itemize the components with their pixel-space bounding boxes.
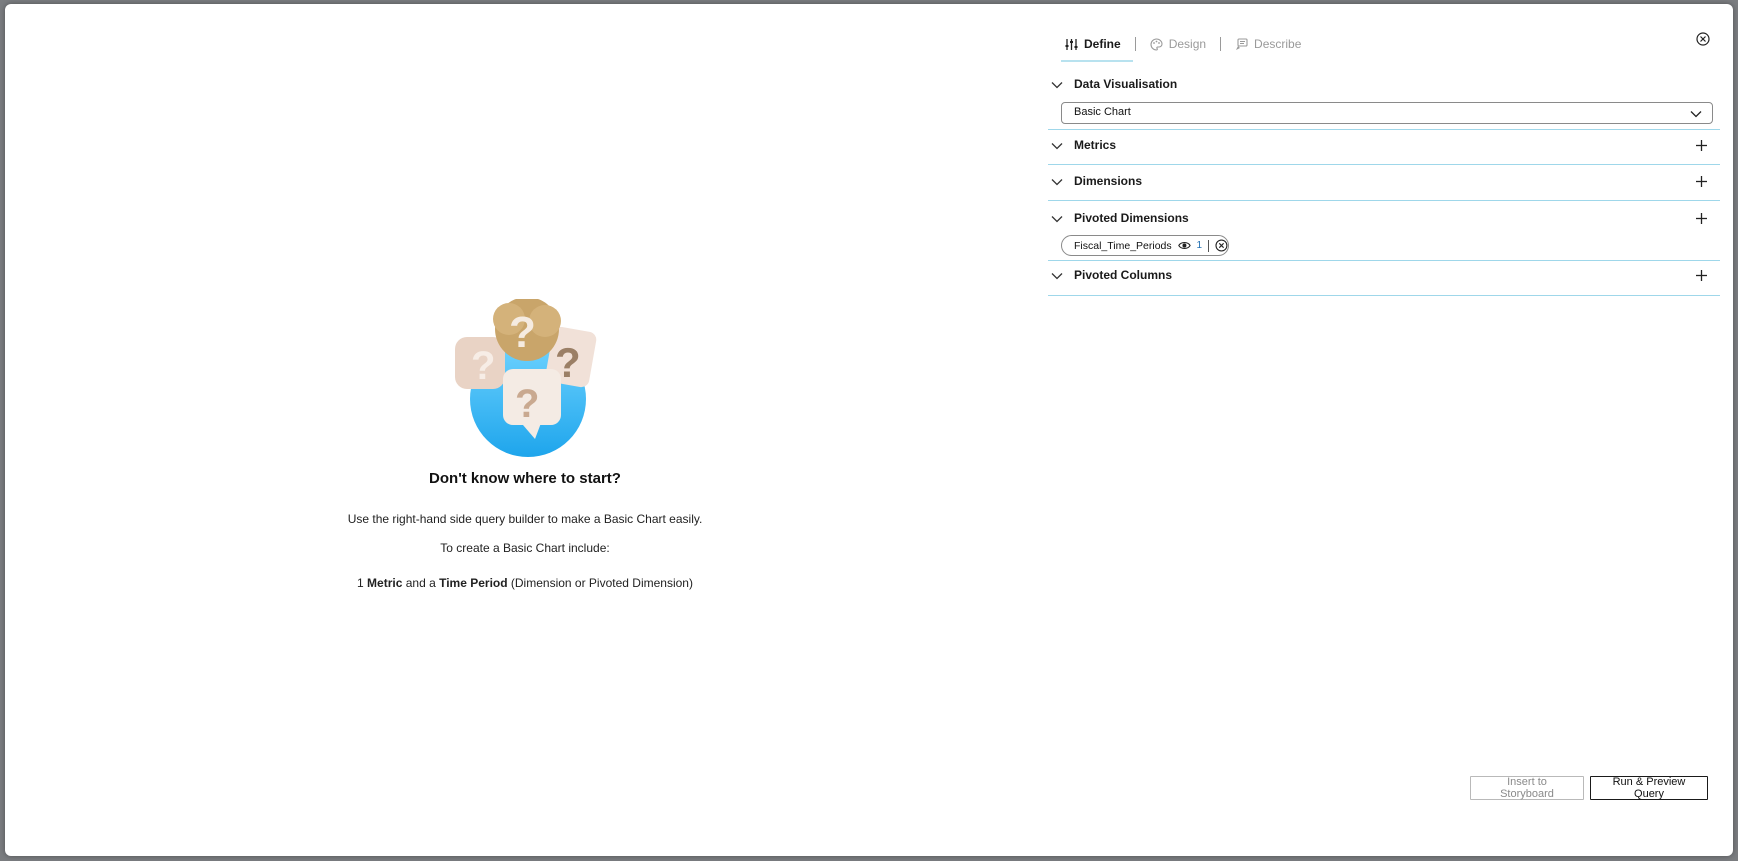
tab-design-label: Design: [1168, 37, 1207, 51]
add-pivoted-dimension-icon[interactable]: [1695, 212, 1708, 225]
sliders-icon: [1065, 38, 1078, 50]
run-preview-query-button[interactable]: Run & Preview Query: [1590, 776, 1708, 800]
section-title: Pivoted Columns: [1074, 268, 1173, 282]
chip-count: 1: [1196, 240, 1203, 251]
svg-text:?: ?: [509, 308, 536, 357]
section-header: Metrics: [1048, 136, 1720, 156]
describe-icon: [1236, 37, 1248, 50]
chevron-down-icon[interactable]: [1051, 79, 1063, 91]
tab-define-label: Define: [1084, 37, 1121, 51]
svg-text:?: ?: [471, 344, 495, 388]
section-title: Metrics: [1074, 138, 1117, 152]
question-marks-illustration: ? ? ? ?: [455, 299, 597, 457]
close-icon[interactable]: [1695, 31, 1711, 47]
tab-divider: [1220, 37, 1222, 51]
empty-state-hint: Use the right-hand side query builder to…: [347, 512, 703, 526]
req-metric: Metric: [367, 576, 403, 590]
chevron-down-icon: [1690, 111, 1702, 118]
section-pivoted-columns: Pivoted Columns: [1048, 266, 1720, 296]
req-note: (Dimension or Pivoted Dimension): [507, 576, 693, 590]
eye-icon[interactable]: [1177, 239, 1191, 252]
section-header: Pivoted Dimensions: [1048, 209, 1720, 229]
section-header: Data Visualisation: [1048, 75, 1720, 95]
section-header: Dimensions: [1048, 172, 1720, 192]
tab-design[interactable]: Design: [1146, 26, 1210, 62]
empty-state: ? ? ? ? Don't know where to start? Use t…: [5, 4, 1045, 856]
chip-divider: [1208, 239, 1210, 252]
tab-describe-label: Describe: [1254, 37, 1302, 51]
section-title: Data Visualisation: [1074, 77, 1178, 91]
chevron-down-icon[interactable]: [1051, 176, 1063, 188]
req-and: and a: [402, 576, 440, 590]
palette-icon: [1150, 37, 1163, 51]
remove-circle-icon[interactable]: [1215, 239, 1228, 252]
add-metric-icon[interactable]: [1695, 139, 1708, 152]
tab-divider: [1134, 37, 1136, 51]
section-dimensions: Dimensions: [1048, 172, 1720, 201]
section-title: Dimensions: [1074, 174, 1143, 188]
insert-to-storyboard-button[interactable]: Insert to Storyboard: [1470, 776, 1584, 800]
section-title: Pivoted Dimensions: [1074, 211, 1189, 225]
section-pivoted-dimensions: Pivoted Dimensions Fiscal_Time_Periods 1: [1048, 209, 1720, 261]
chevron-down-icon[interactable]: [1051, 270, 1063, 282]
tab-describe[interactable]: Describe: [1231, 26, 1305, 62]
section-metrics: Metrics: [1048, 136, 1720, 165]
tab-bar: Define Design Describe: [1061, 26, 1305, 62]
tab-define[interactable]: Define: [1061, 26, 1133, 62]
add-dimension-icon[interactable]: [1695, 175, 1708, 188]
visualisation-type-value: Basic Chart: [1074, 106, 1131, 118]
add-pivoted-column-icon[interactable]: [1695, 269, 1708, 282]
chevron-down-icon[interactable]: [1051, 140, 1063, 152]
chip-label: Fiscal_Time_Periods: [1074, 239, 1172, 252]
visualisation-type-select[interactable]: Basic Chart: [1061, 102, 1713, 124]
req-count: 1: [357, 576, 368, 590]
svg-text:?: ?: [515, 382, 539, 426]
empty-state-title: Don't know where to start?: [429, 470, 621, 487]
req-time-period: Time Period: [439, 576, 508, 590]
query-builder-panel: Define Design Describe Data Visualisatio…: [1045, 4, 1733, 856]
empty-state-requirements-label: To create a Basic Chart include:: [440, 541, 610, 555]
pivoted-dimension-chip[interactable]: Fiscal_Time_Periods 1: [1061, 235, 1229, 256]
section-header: Pivoted Columns: [1048, 266, 1720, 286]
chevron-down-icon[interactable]: [1051, 213, 1063, 225]
section-data-visualisation: Data Visualisation Basic Chart: [1048, 75, 1720, 130]
chart-builder-modal: ? ? ? ? Don't know where to start? Use t…: [5, 4, 1733, 856]
empty-state-requirements: 1 Metric and a Time Period (Dimension or…: [5, 576, 1045, 590]
